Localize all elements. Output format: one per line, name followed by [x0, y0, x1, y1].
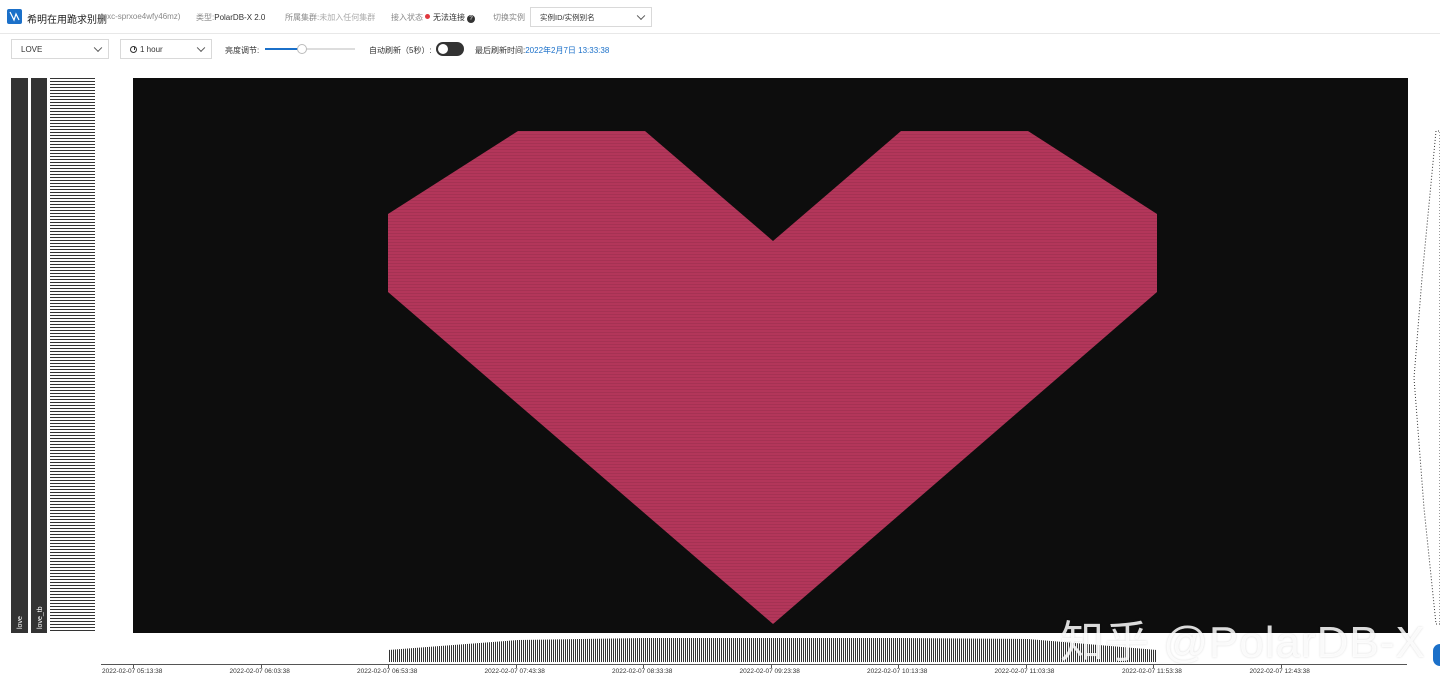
status-dot-icon: [425, 14, 430, 19]
right-access-profile: [1413, 130, 1440, 625]
time-axis-label: 2022-02-07 07:43:38: [484, 668, 545, 675]
time-axis-label: 2022-02-07 06:53:38: [357, 668, 418, 675]
table-label-love-tb: love_tb: [37, 606, 44, 629]
chevron-down-icon: [196, 43, 206, 53]
last-refresh-time: 2022年2月7日 13:33:38: [525, 46, 610, 55]
brightness-slider-thumb[interactable]: [296, 44, 307, 54]
brightness-label: 亮度调节:: [225, 46, 260, 55]
clock-icon: [130, 45, 137, 53]
time-axis-label: 2022-02-07 06:03:38: [229, 668, 290, 675]
time-axis-label: 2022-02-07 08:33:38: [612, 668, 673, 675]
time-axis-label: 2022-02-07 05:13:38: [102, 668, 163, 675]
time-axis-label: 2022-02-07 11:53:38: [1122, 668, 1182, 675]
time-axis-label: 2022-02-07 11:03:38: [994, 668, 1055, 675]
last-refresh: 最后刷新时间:2022年2月7日 13:33:38: [475, 46, 610, 55]
heatmap-canvas: [388, 131, 1157, 624]
zhihu-watermark: 知乎 @PolarDB-X: [1060, 618, 1426, 667]
instance-type: 类型:PolarDB-X 2.0: [196, 13, 266, 22]
table-bar-love[interactable]: love: [11, 78, 28, 633]
polardb-logo-icon: [7, 9, 22, 24]
instance-id: (pxc-sprxoe4wfy46mz): [100, 12, 181, 21]
table-label-love: love: [17, 616, 24, 629]
time-axis: [101, 664, 1407, 665]
chevron-down-icon: [93, 43, 103, 53]
switch-instance-select[interactable]: 实例ID/实例别名: [530, 7, 652, 27]
time-axis-label: 2022-02-07 12:43:38: [1249, 668, 1310, 675]
instance-name: 希明在用跪求别删: [27, 15, 107, 26]
switch-instance-label: 切换实例: [493, 13, 525, 22]
question-circle-icon[interactable]: ?: [467, 15, 475, 23]
heatmap-heart-region: [388, 131, 1157, 624]
access-status: 接入状态 无法连接?: [391, 12, 475, 23]
floating-help-button[interactable]: [1433, 644, 1440, 666]
table-row-stripes: [50, 78, 95, 633]
chevron-down-icon: [636, 11, 646, 21]
time-axis-label: 2022-02-07 10:13:38: [867, 668, 928, 675]
instance-header: 希明在用跪求别删 (pxc-sprxoe4wfy46mz) 类型:PolarDB…: [0, 0, 1440, 34]
database-select[interactable]: LOVE: [11, 39, 109, 59]
table-bar-love-tb[interactable]: love_tb: [31, 78, 47, 633]
auto-refresh-toggle[interactable]: [436, 42, 464, 56]
instance-cluster: 所属集群:未加入任何集群: [285, 13, 376, 22]
access-heatmap[interactable]: [133, 78, 1408, 633]
time-axis-label: 2022-02-07 09:23:38: [739, 668, 800, 675]
brightness-slider[interactable]: [265, 48, 355, 50]
time-range-select[interactable]: 1 hour: [120, 39, 212, 59]
auto-refresh-label: 自动刷新（5秒）:: [369, 46, 432, 55]
